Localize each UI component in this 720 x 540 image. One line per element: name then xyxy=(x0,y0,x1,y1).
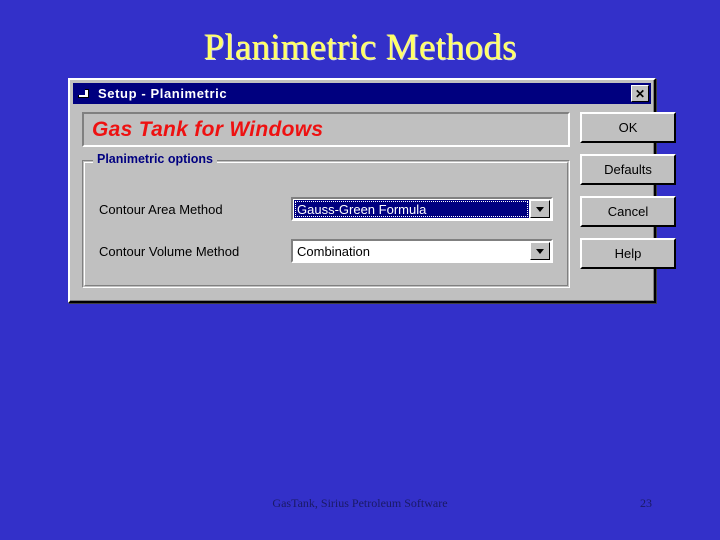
contour-volume-method-select[interactable]: Combination xyxy=(291,239,553,263)
ok-button[interactable]: OK xyxy=(580,112,676,143)
dialog-titlebar: Setup - Planimetric ✕ xyxy=(73,83,651,104)
contour-area-method-value: Gauss-Green Formula xyxy=(294,200,529,218)
defaults-button[interactable]: Defaults xyxy=(580,154,676,185)
help-button-label: Help xyxy=(614,246,642,261)
groupbox-inner-bevel xyxy=(84,162,568,286)
planimetric-options-group: Planimetric options Contour Area Method … xyxy=(82,152,570,288)
chevron-down-icon[interactable] xyxy=(530,242,550,260)
ok-button-label: OK xyxy=(618,120,638,135)
contour-volume-method-row: Contour Volume Method Combination xyxy=(99,239,553,263)
contour-volume-method-label: Contour Volume Method xyxy=(99,243,240,259)
setup-planimetric-dialog: Setup - Planimetric ✕ Gas Tank for Windo… xyxy=(68,78,676,303)
chevron-down-icon[interactable] xyxy=(530,200,550,218)
defaults-button-label: Defaults xyxy=(604,162,652,177)
slide-page-number: 23 xyxy=(640,496,652,510)
slide-footer: GasTank, Sirius Petroleum Software xyxy=(272,496,448,510)
close-icon[interactable]: ✕ xyxy=(631,85,649,102)
cancel-button-label: Cancel xyxy=(607,204,649,219)
contour-area-method-row: Contour Area Method Gauss-Green Formula xyxy=(99,197,553,221)
product-banner-label: Gas Tank for Windows xyxy=(92,117,324,141)
cancel-button[interactable]: Cancel xyxy=(580,196,676,227)
help-button[interactable]: Help xyxy=(580,238,676,269)
contour-area-method-label: Contour Area Method xyxy=(99,201,223,217)
contour-area-method-select[interactable]: Gauss-Green Formula xyxy=(291,197,553,221)
planimetric-options-group-label: Planimetric options xyxy=(93,152,217,166)
dialog-title: Setup - Planimetric xyxy=(98,86,228,101)
app-window-icon xyxy=(77,86,92,101)
contour-volume-method-value: Combination xyxy=(297,243,370,259)
page-title: Planimetric Methods xyxy=(203,27,517,68)
product-banner-panel: Gas Tank for Windows xyxy=(82,112,570,147)
